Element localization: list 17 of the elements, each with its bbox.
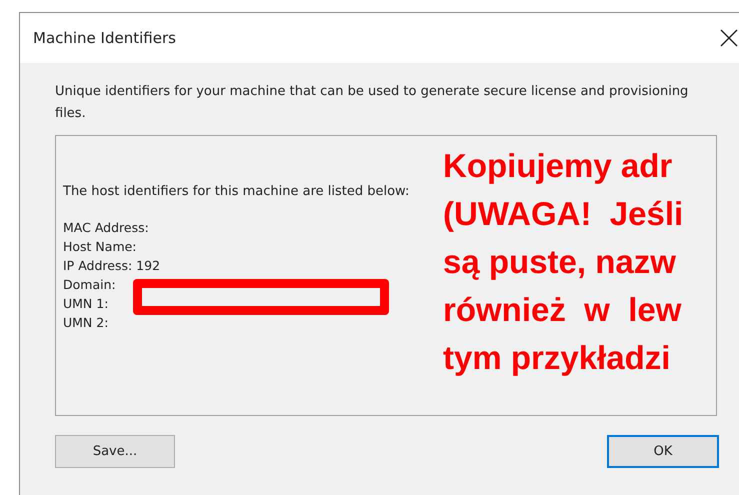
window-title: Machine Identifiers <box>33 29 176 47</box>
identifier-label: UMN 2: <box>63 314 108 332</box>
annotation-text: Kopiujemy adr <box>443 146 674 186</box>
identifier-label: MAC Address: <box>63 219 149 237</box>
description-text: Unique identifiers for your machine that can be used to generate secure license and provisioning files. <box>55 83 690 123</box>
panel-heading: The host identifiers for this machine are listed below: <box>63 183 410 201</box>
dialog-button[interactable]: Save... <box>55 435 175 468</box>
identifier-label: Host Name: <box>63 238 137 256</box>
identifier-label: Domain: <box>63 276 116 294</box>
identifier-label: UMN 1: <box>63 295 108 313</box>
identifier-label: IP Address: 192 <box>63 257 160 275</box>
annotation-text: tym przykładzi <box>443 338 672 378</box>
dialog-button[interactable]: OK <box>607 435 719 468</box>
annotation-text: (UWAGA! Jeśli <box>443 194 684 234</box>
annotation-text: również w lew <box>443 290 682 330</box>
annotation-text: są puste, nazw <box>443 242 677 282</box>
close-icon[interactable] <box>720 29 738 47</box>
